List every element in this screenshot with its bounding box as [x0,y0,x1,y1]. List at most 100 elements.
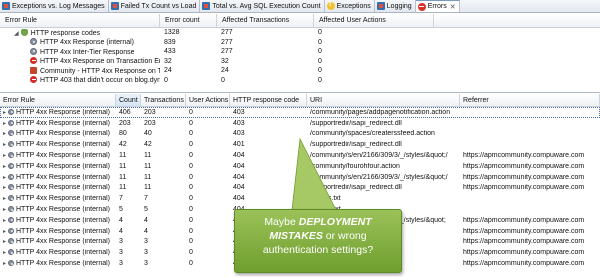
tree-cell-user-actions: 0 [318,76,322,84]
table-row[interactable]: ▸ HTTP 4xx Response (internal) 42 42 0 401/su… [0,139,600,150]
rule-label: HTTP 4xx Response (internal) [16,119,111,127]
cell-rule: ▸ HTTP 4xx Response (internal) [0,152,116,159]
cell-transactions: 11 [144,173,152,181]
tab-exceptions-vs-log-messages[interactable]: Exceptions vs. Log Messages [0,0,109,12]
table-row[interactable]: ▸ HTTP 4xx Response (internal) 11 11 0 404/co… [0,150,600,161]
expand-arrow-icon[interactable]: ▸ [3,109,7,116]
col-error-rule[interactable]: Error Rule [0,14,160,27]
tab-label: Total vs. Avg SQL Execution Count [212,2,321,10]
cell-user-actions: 0 [189,162,193,170]
expand-arrow-icon[interactable]: ▸ [3,184,7,191]
rule-label: HTTP 4xx Response (internal) [16,141,111,149]
cell-transactions: 11 [144,152,152,160]
tree-rule-label: HTTP response codes [30,29,101,37]
cell-user-actions: 0 [189,119,193,127]
tab-failed-tx-count-vs-load[interactable]: Failed Tx Count vs Load [109,0,201,12]
tab-total-vs-avg-sql-execution-count[interactable]: Total vs. Avg SQL Execution Count [200,0,325,12]
expand-arrow-icon[interactable]: ▸ [3,206,7,213]
error-icon [417,2,426,11]
tree-row[interactable]: HTTP 4xx Inter-Tier Response 433 277 0 [0,47,600,57]
tree-row[interactable]: HTTP 403 that didn't occur on blog.dynat… [0,76,600,86]
cell-uri: /community/fourohfour.action [310,162,400,170]
rule-label: HTTP 4xx Response (internal) [16,173,111,181]
tree-cell-rule: ◢ HTTP response codes [0,28,160,37]
gear-icon [30,47,37,55]
table-row[interactable]: ▸ HTTP 4xx Response (internal) 11 11 0 404/co… [0,161,600,172]
error-rules-tree-table: Error Rule Error count Affected Transact… [0,14,600,93]
col-rule[interactable]: Error Rule [0,94,116,106]
gear-icon [8,184,14,191]
expand-arrow-icon[interactable]: ▸ [3,195,7,202]
col-affected-user-actions[interactable]: Affected User Actions [314,14,434,27]
cell-transactions: 3 [144,249,148,257]
tree-cell-transactions: 277 [221,38,233,46]
cell-user-actions: 0 [189,260,193,268]
expand-arrow-icon[interactable]: ▸ [3,217,7,224]
cell-user-actions: 0 [189,238,193,246]
expand-arrow-icon[interactable]: ▸ [3,152,7,159]
table-row[interactable]: ▸ HTTP 4xx Response (internal) 11 11 0 404/co… [0,172,600,183]
gear-icon [30,38,37,46]
expand-arrow-icon[interactable]: ▸ [3,228,7,235]
cell-count: 4 [119,216,123,224]
col-referrer[interactable]: Referrer [460,94,600,106]
col-count[interactable]: Count [116,94,141,106]
tree-row[interactable]: HTTP 4xx Response on Transaction Entry 32… [0,57,600,67]
callout-text-maybe: Maybe [264,216,299,228]
expand-arrow-icon[interactable]: ▸ [3,141,7,148]
tree-row[interactable]: ◢ HTTP response codes 1328 277 0 [0,28,600,38]
cell-transactions: 40 [144,130,152,138]
callout-line-1: Maybe DEPLOYMENT [235,215,401,229]
gear-icon [8,195,14,202]
table-row[interactable]: ▸ HTTP 4xx Response (internal) 80 40 0 403/co… [0,129,600,140]
cell-count: 7 [119,195,123,203]
gear-icon [8,141,14,148]
table-row[interactable]: ▸ HTTP 4xx Response (internal) 203 203 0 403 /… [0,118,600,129]
cell-transactions: 203 [144,108,156,116]
cell-user-actions: 0 [189,108,193,116]
gear-icon [8,249,14,256]
cell-referrer: https://apmcommunity.compuware.com [463,184,585,192]
cell-referrer: https://apmcommunity.compuware.com [463,152,585,160]
expand-arrow-icon[interactable]: ▸ [3,130,7,137]
rule-label: HTTP 4xx Response (internal) [16,162,111,170]
close-icon[interactable]: ✕ [450,3,456,11]
expand-arrow-icon[interactable]: ▸ [3,260,7,267]
cell-count: 3 [119,249,123,257]
tab-exceptions[interactable]: Exceptions [325,0,375,12]
col-affected-transactions[interactable]: Affected Transactions [217,14,314,27]
cell-rule: ▸ HTTP 4xx Response (internal) [0,206,116,213]
table-row[interactable]: ▸ HTTP 4xx Response (internal) 11 11 0 404/su… [0,183,600,194]
cell-uri: /supportredir/isapi_redirect.dll [310,141,402,149]
expand-arrow-icon[interactable]: ▸ [3,120,7,127]
expand-arrow-icon[interactable]: ▸ [3,163,7,170]
tab-logging[interactable]: Logging [375,0,416,12]
tab-label: Logging [386,2,412,10]
excel-icon [202,2,211,10]
expand-arrow-icon[interactable]: ▸ [3,174,7,181]
table-row[interactable]: ▸ HTTP 4xx Response (internal) 406 203 0 403 /… [0,107,600,118]
col-transactions[interactable]: Transactions [141,94,186,106]
gear-icon [8,238,14,245]
cell-count: 3 [119,238,123,246]
expand-arrow-icon[interactable]: ◢ [14,30,19,37]
cell-count: 4 [119,227,123,235]
col-http-response-code[interactable]: HTTP response code [230,94,307,106]
rule-label: HTTP 4xx Response (internal) [16,227,111,235]
tab-errors[interactable]: Errors ✕ [415,0,460,12]
expand-arrow-icon[interactable]: ▸ [3,249,7,256]
expand-arrow-icon[interactable]: ▸ [3,238,7,245]
table-row[interactable]: ▸ HTTP 4xx Response (internal) 7 7 0 404/robo… [0,193,600,204]
col-uri[interactable]: URI [307,94,460,106]
tree-cell-user-actions: 0 [318,57,322,65]
tree-row[interactable]: Community - HTTP 4xx Response on Tran 24 2… [0,66,600,76]
col-user-actions[interactable]: User Actions [186,94,230,106]
tree-rule-label: HTTP 4xx Response on Transaction Entry [40,58,160,66]
gear-icon [8,108,14,115]
excel-icon [110,2,119,10]
tree-row[interactable]: HTTP 4xx Response (internal) 839 277 0 [0,38,600,48]
col-error-count[interactable]: Error count [160,14,217,27]
cell-transactions: 42 [144,141,152,149]
cell-transactions: 203 [144,119,156,127]
cell-rule: ▸ HTTP 4xx Response (internal) [0,184,116,191]
